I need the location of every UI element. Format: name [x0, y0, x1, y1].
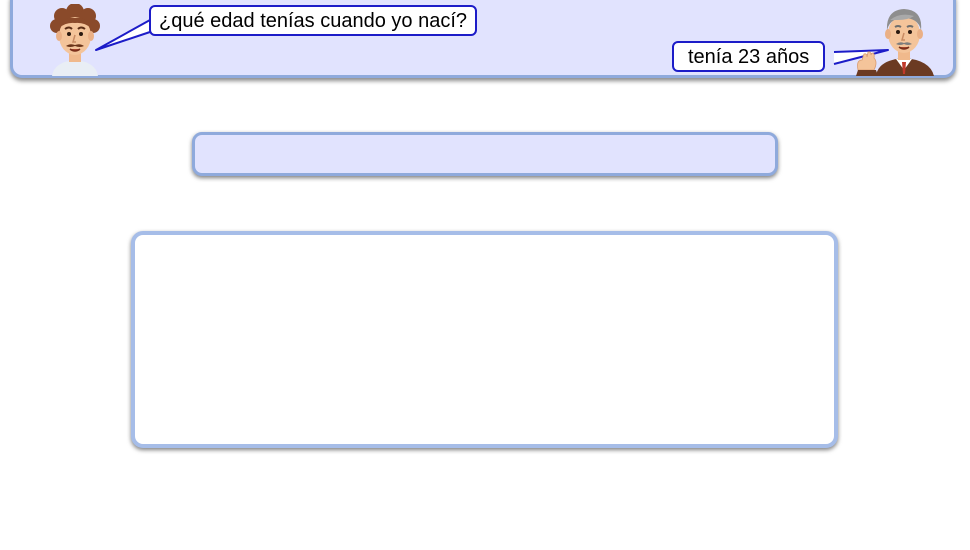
answer-speech-bubble: tenía 23 años: [672, 41, 826, 72]
answer-input-bar[interactable]: [192, 132, 778, 176]
work-area[interactable]: [131, 231, 838, 448]
exercise-page: ¿qué edad tenías cuando yo nací? tenía 2…: [0, 0, 970, 550]
question-bubble-tail: [95, 19, 151, 51]
grandfather-avatar-icon: [856, 9, 934, 76]
question-speech-bubble: ¿qué edad tenías cuando yo nací?: [149, 5, 478, 36]
